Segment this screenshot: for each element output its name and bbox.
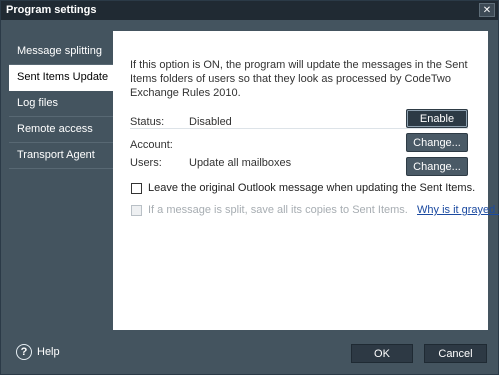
users-label: Users: xyxy=(130,157,162,169)
status-value: Disabled xyxy=(189,116,232,128)
change-users-button[interactable]: Change... xyxy=(406,157,468,176)
settings-panel: If this option is ON, the program will u… xyxy=(113,31,499,330)
program-settings-window: Program settings ✕ Message splitting Sen… xyxy=(0,0,499,375)
sidebar-item-message-splitting[interactable]: Message splitting xyxy=(9,39,113,65)
why-grayed-out-link[interactable]: Why is it grayed out? xyxy=(417,204,499,216)
divider xyxy=(130,128,468,129)
split-copies-checkbox xyxy=(131,205,142,216)
users-value: Update all mailboxes xyxy=(189,157,292,169)
split-copies-label: If a message is split, save all its copi… xyxy=(148,204,408,216)
title-bar[interactable]: Program settings ✕ xyxy=(1,1,498,20)
window-title: Program settings xyxy=(6,4,97,16)
settings-sidebar: Message splitting Sent Items Update Log … xyxy=(9,39,113,169)
sidebar-item-sent-items-update[interactable]: Sent Items Update xyxy=(9,65,113,91)
option-description: If this option is ON, the program will u… xyxy=(130,59,468,99)
help-icon: ? xyxy=(16,344,32,360)
leave-original-checkbox[interactable] xyxy=(131,183,142,194)
sidebar-item-log-files[interactable]: Log files xyxy=(9,91,113,117)
split-copies-label-group: If a message is split, save all its copi… xyxy=(148,204,499,216)
leave-original-label: Leave the original Outlook message when … xyxy=(148,182,476,194)
enable-button[interactable]: Enable xyxy=(406,109,468,128)
close-icon[interactable]: ✕ xyxy=(479,3,495,17)
help-label: Help xyxy=(37,346,60,358)
sidebar-item-remote-access[interactable]: Remote access xyxy=(9,117,113,143)
ok-button[interactable]: OK xyxy=(351,344,413,363)
sidebar-item-transport-agent[interactable]: Transport Agent xyxy=(9,143,113,169)
account-label: Account: xyxy=(130,139,173,151)
status-label: Status: xyxy=(130,116,165,128)
change-account-button[interactable]: Change... xyxy=(406,133,468,152)
cancel-button[interactable]: Cancel xyxy=(424,344,487,363)
